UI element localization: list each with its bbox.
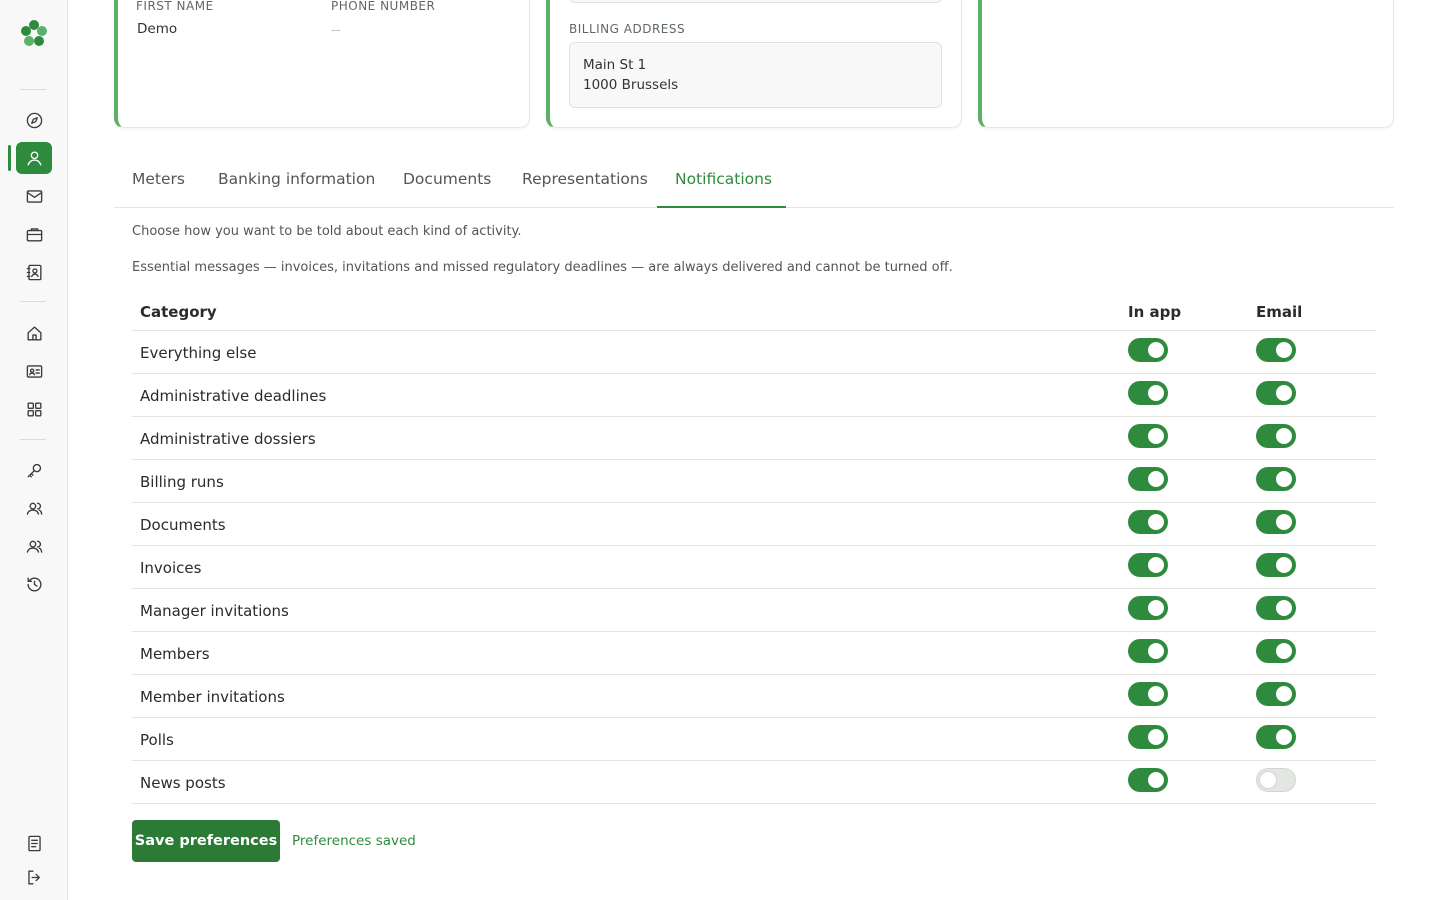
header-email: Email (1256, 303, 1303, 321)
email-toggle[interactable] (1256, 639, 1296, 663)
category-label: Documents (140, 516, 226, 534)
tab-documents[interactable]: Documents (403, 170, 491, 188)
tab-notifications[interactable]: Notifications (675, 170, 772, 188)
email-toggle[interactable] (1256, 338, 1296, 362)
billing-address-box: Main St 1 1000 Brussels (569, 42, 942, 108)
active-indicator (8, 145, 11, 171)
table-row: Administrative deadlines (132, 374, 1376, 417)
in-app-toggle[interactable] (1128, 424, 1168, 448)
category-label: News posts (140, 774, 226, 792)
profile-card: FIRST NAME Demo PHONE NUMBER -- (114, 0, 530, 128)
header-in-app: In app (1128, 303, 1182, 321)
category-label: Administrative deadlines (140, 387, 327, 405)
in-app-toggle[interactable] (1128, 682, 1168, 706)
category-label: Polls (140, 731, 174, 749)
table-row: Administrative dossiers (132, 417, 1376, 460)
notifications-table: Category In app Email Everything else Adm… (132, 290, 1376, 804)
sidebar-divider (20, 89, 46, 90)
in-app-toggle[interactable] (1128, 338, 1168, 362)
tab-meters[interactable]: Meters (132, 170, 185, 188)
in-app-toggle[interactable] (1128, 596, 1168, 620)
in-app-toggle[interactable] (1128, 510, 1168, 534)
tab-bar: Meters Banking information Documents Rep… (114, 152, 1394, 208)
sidebar-divider (20, 439, 46, 440)
home-icon[interactable] (22, 321, 46, 345)
tab-banking-information[interactable]: Banking information (218, 170, 375, 188)
sidebar-divider (20, 301, 46, 302)
users-group-icon[interactable] (22, 534, 46, 558)
email-toggle[interactable] (1256, 682, 1296, 706)
table-row: Billing runs (132, 460, 1376, 503)
in-app-toggle[interactable] (1128, 381, 1168, 405)
ledger-icon[interactable] (22, 831, 46, 855)
table-row: Member invitations (132, 675, 1376, 718)
header-category: Category (140, 303, 217, 321)
category-label: Everything else (140, 344, 257, 362)
info-card (978, 0, 1394, 128)
user-icon[interactable] (22, 146, 46, 170)
table-row: News posts (132, 761, 1376, 804)
in-app-toggle[interactable] (1128, 639, 1168, 663)
preferences-saved-message: Preferences saved (292, 833, 416, 849)
briefcase-icon[interactable] (22, 222, 46, 246)
email-toggle[interactable] (1256, 725, 1296, 749)
in-app-toggle[interactable] (1128, 553, 1168, 577)
table-row: Documents (132, 503, 1376, 546)
compass-icon[interactable] (22, 108, 46, 132)
billing-address-label: BILLING ADDRESS (569, 22, 686, 36)
category-label: Manager invitations (140, 602, 289, 620)
email-toggle[interactable] (1256, 510, 1296, 534)
category-label: Members (140, 645, 210, 663)
billing-address-line2: 1000 Brussels (583, 77, 679, 93)
phone-number-label: PHONE NUMBER (331, 0, 436, 13)
logout-icon[interactable] (22, 865, 46, 889)
table-row: Invoices (132, 546, 1376, 589)
table-row: Polls (132, 718, 1376, 761)
email-toggle[interactable] (1256, 768, 1296, 792)
essential-messages-note: Essential messages — invoices, invitatio… (132, 260, 953, 275)
phone-number-value: -- (331, 22, 341, 38)
save-preferences-button[interactable]: Save preferences (132, 820, 280, 862)
in-app-toggle[interactable] (1128, 467, 1168, 491)
category-label: Administrative dossiers (140, 430, 316, 448)
category-label: Member invitations (140, 688, 285, 706)
table-row: Everything else (132, 331, 1376, 374)
table-row: Members (132, 632, 1376, 675)
notifications-intro: Choose how you want to be told about eac… (132, 224, 522, 239)
billing-address-line1: Main St 1 (583, 57, 647, 73)
email-toggle[interactable] (1256, 467, 1296, 491)
grid-icon[interactable] (22, 397, 46, 421)
id-card-icon[interactable] (22, 359, 46, 383)
in-app-toggle[interactable] (1128, 768, 1168, 792)
category-label: Invoices (140, 559, 202, 577)
contacts-book-icon[interactable] (22, 260, 46, 284)
address-field-top (569, 0, 942, 3)
email-toggle[interactable] (1256, 424, 1296, 448)
app-logo[interactable] (19, 18, 49, 48)
first-name-value: Demo (137, 21, 178, 37)
users-icon[interactable] (22, 496, 46, 520)
mail-icon[interactable] (22, 184, 46, 208)
tab-representations[interactable]: Representations (522, 170, 648, 188)
billing-card: BILLING ADDRESS Main St 1 1000 Brussels (546, 0, 962, 128)
email-toggle[interactable] (1256, 553, 1296, 577)
sidebar (0, 0, 68, 900)
in-app-toggle[interactable] (1128, 725, 1168, 749)
first-name-label: FIRST NAME (136, 0, 214, 13)
email-toggle[interactable] (1256, 381, 1296, 405)
category-label: Billing runs (140, 473, 224, 491)
email-toggle[interactable] (1256, 596, 1296, 620)
key-icon[interactable] (22, 458, 46, 482)
history-icon[interactable] (22, 572, 46, 596)
active-tab-underline (657, 206, 786, 208)
table-header: Category In app Email (132, 290, 1376, 331)
table-row: Manager invitations (132, 589, 1376, 632)
